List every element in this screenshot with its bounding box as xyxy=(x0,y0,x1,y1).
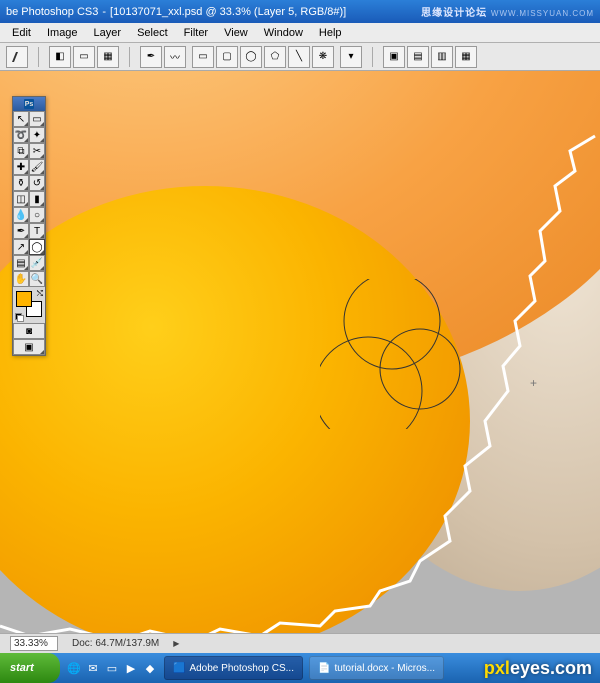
watermark-pxleyes: pxleyes.com xyxy=(484,658,592,679)
titlebar: be Photoshop CS3 - [10137071_xxl.psd @ 3… xyxy=(0,0,600,23)
rectangle-icon[interactable]: ▭ xyxy=(192,46,214,68)
type-tool[interactable]: T xyxy=(29,223,45,239)
move-tool[interactable]: ↖ xyxy=(13,111,29,127)
custom-shape-icon[interactable]: ❋ xyxy=(312,46,334,68)
lasso-tool[interactable]: ➰ xyxy=(13,127,29,143)
pen-icon[interactable]: ✒ xyxy=(140,46,162,68)
pen-mode-group: ✒ 〰 xyxy=(140,46,186,68)
rounded-rect-icon[interactable]: ▢ xyxy=(216,46,238,68)
menu-layer[interactable]: Layer xyxy=(86,25,130,41)
shape-mode-group: ◧ ▭ ▦ xyxy=(49,46,119,68)
intersect-path-icon[interactable]: ▥ xyxy=(431,46,453,68)
fill-pixels-icon[interactable]: ▦ xyxy=(97,46,119,68)
taskbar-ps-icon: 🟦 xyxy=(173,663,185,674)
eyedropper-tool[interactable]: 💉 xyxy=(29,255,45,271)
notes-tool[interactable]: ▤ xyxy=(13,255,29,271)
options-bar: ◧ ▭ ▦ ✒ 〰 ▭ ▢ ◯ ⬠ ╲ ❋ ▾ ▣ ▤ ▥ ▦ xyxy=(0,43,600,71)
path-ops-group: ▣ ▤ ▥ ▦ xyxy=(383,46,477,68)
marquee-tool[interactable]: ▭ xyxy=(29,111,45,127)
menu-select[interactable]: Select xyxy=(129,25,176,41)
doc-size-label: Doc: 64.7M/137.9M xyxy=(72,638,159,649)
taskbar: start 🌐 ✉ ▭ ▶ ◆ 🟦 Adobe Photoshop CS... … xyxy=(0,653,600,683)
foreground-color-swatch[interactable] xyxy=(16,291,32,307)
crop-tool[interactable]: ⧉ xyxy=(13,143,29,159)
hand-tool[interactable]: ✋ xyxy=(13,271,29,287)
polygon-icon[interactable]: ⬠ xyxy=(264,46,286,68)
menu-filter[interactable]: Filter xyxy=(176,25,216,41)
line-icon[interactable]: ╲ xyxy=(288,46,310,68)
add-path-icon[interactable]: ▣ xyxy=(383,46,405,68)
gradient-tool[interactable]: ▮ xyxy=(29,191,45,207)
menu-window[interactable]: Window xyxy=(256,25,311,41)
ellipse-icon[interactable]: ◯ xyxy=(240,46,262,68)
path-circles xyxy=(320,279,600,429)
geometry-options-icon[interactable]: ▾ xyxy=(340,46,362,68)
canvas[interactable]: + xyxy=(0,71,600,641)
status-bar: 33.33% Doc: 64.7M/137.9M ▶ xyxy=(0,633,600,653)
slice-tool[interactable]: ✂ xyxy=(29,143,45,159)
ql-ie-icon[interactable]: 🌐 xyxy=(66,660,82,676)
menu-bar: Edit Image Layer Select Filter View Wind… xyxy=(0,23,600,43)
blur-tool[interactable]: 💧 xyxy=(13,207,29,223)
zoom-input[interactable]: 33.33% xyxy=(10,636,58,651)
screen-mode-toggle[interactable]: ▣ xyxy=(13,339,45,355)
color-swatches[interactable]: ⤭ xyxy=(13,287,45,323)
shape-layers-icon[interactable]: ◧ xyxy=(49,46,71,68)
subtract-path-icon[interactable]: ▤ xyxy=(407,46,429,68)
ps-logo-icon: Ps xyxy=(24,99,34,109)
tool-preset-icon[interactable] xyxy=(6,46,28,68)
healing-tool[interactable]: ✚ xyxy=(13,159,29,175)
ellipse-tool[interactable]: ◯ xyxy=(29,239,45,255)
ql-app-icon[interactable]: ◆ xyxy=(142,660,158,676)
freeform-pen-icon[interactable]: 〰 xyxy=(164,46,186,68)
pen-tool[interactable]: ✒ xyxy=(13,223,29,239)
toolbox-header[interactable]: Ps xyxy=(13,97,45,111)
ql-mail-icon[interactable]: ✉ xyxy=(85,660,101,676)
menu-view[interactable]: View xyxy=(216,25,256,41)
eraser-tool[interactable]: ◫ xyxy=(13,191,29,207)
cursor-crosshair-icon: + xyxy=(530,376,537,390)
shape-tools-group: ▭ ▢ ◯ ⬠ ╲ ❋ xyxy=(192,46,334,68)
stamp-tool[interactable]: ⚱ xyxy=(13,175,29,191)
taskbar-word-icon: 📄 xyxy=(318,663,330,674)
status-menu-arrow-icon[interactable]: ▶ xyxy=(173,639,179,648)
taskbar-word[interactable]: 📄 tutorial.docx - Micros... xyxy=(309,656,444,680)
path-select-tool[interactable]: ↗ xyxy=(13,239,29,255)
default-colors-icon[interactable] xyxy=(15,313,23,321)
app-title: be Photoshop CS3 xyxy=(6,6,98,18)
menu-edit[interactable]: Edit xyxy=(4,25,39,41)
document-title: [10137071_xxl.psd @ 33.3% (Layer 5, RGB/… xyxy=(110,6,346,18)
ql-desktop-icon[interactable]: ▭ xyxy=(104,660,120,676)
dodge-tool[interactable]: ○ xyxy=(29,207,45,223)
watermark: 思缘设计论坛 WWW.MISSYUAN.COM xyxy=(421,4,594,19)
menu-help[interactable]: Help xyxy=(311,25,350,41)
quick-select-tool[interactable]: ✦ xyxy=(29,127,45,143)
menu-image[interactable]: Image xyxy=(39,25,86,41)
zoom-tool[interactable]: 🔍 xyxy=(29,271,45,287)
history-brush-tool[interactable]: ↺ xyxy=(29,175,45,191)
brush-tool[interactable]: 🖌 xyxy=(29,159,45,175)
start-button[interactable]: start xyxy=(0,653,60,683)
paths-icon[interactable]: ▭ xyxy=(73,46,95,68)
swap-colors-icon[interactable]: ⤭ xyxy=(37,289,43,299)
taskbar-photoshop[interactable]: 🟦 Adobe Photoshop CS... xyxy=(164,656,303,680)
ql-media-icon[interactable]: ▶ xyxy=(123,660,139,676)
exclude-path-icon[interactable]: ▦ xyxy=(455,46,477,68)
quickmask-toggle[interactable]: ◙ xyxy=(13,323,45,339)
toolbox[interactable]: Ps ↖ ▭ ➰ ✦ ⧉ ✂ ✚ 🖌 ⚱ ↺ ◫ ▮ 💧 ○ ✒ T ↗ ◯ ▤… xyxy=(12,96,46,356)
